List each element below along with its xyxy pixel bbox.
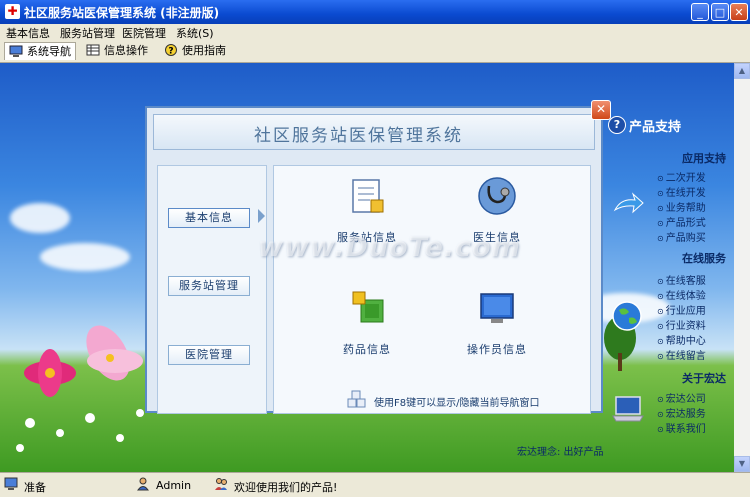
menu-system[interactable]: 系统(S) xyxy=(176,25,214,41)
tab-system-navigation[interactable]: 系统导航 xyxy=(4,42,76,60)
link-product-purchase[interactable]: 产品购买 xyxy=(657,229,706,244)
section-heading: 在线服务 xyxy=(682,252,726,265)
slogan-text: 宏达理念: 出好产品 xyxy=(517,447,604,458)
menu-basic-info[interactable]: 基本信息 xyxy=(6,25,50,41)
close-button[interactable]: ✕ xyxy=(730,3,748,21)
dialog-header: 社区服务站医保管理系统 xyxy=(153,114,595,150)
monitor-icon xyxy=(9,45,23,57)
laptop-icon xyxy=(612,396,644,422)
tab-user-guide[interactable]: ? 使用指南 xyxy=(160,42,232,60)
link-contact[interactable]: 联系我们 xyxy=(657,420,706,435)
menu-station-management[interactable]: 服务站管理 xyxy=(60,25,115,41)
scroll-down-button[interactable]: ▼ xyxy=(734,456,750,472)
tab-label: 使用指南 xyxy=(182,44,226,57)
link-secondary-dev[interactable]: 二次开发 xyxy=(657,169,706,184)
product-support-panel: ? 产品支持 应用支持 二次开发 在线开发 业务帮助 产品形式 产品购买 在线服… xyxy=(517,106,750,472)
link-business-help[interactable]: 业务帮助 xyxy=(657,199,706,214)
nav-basic-info-button[interactable]: 基本信息 xyxy=(168,208,250,228)
panel-title: 产品支持 xyxy=(629,120,682,135)
watermark-text: www.DuoTe.com xyxy=(258,232,521,263)
flowers-image xyxy=(16,325,144,452)
status-bar: 准备 Admin 欢迎使用我们的产品! xyxy=(0,472,750,497)
dialog-title: 社区服务站医保管理系统 xyxy=(254,126,463,146)
boxes-icon xyxy=(347,390,366,408)
maximize-button[interactable]: □ xyxy=(711,3,729,21)
selection-arrow-icon xyxy=(258,209,265,223)
minimize-button[interactable]: _ xyxy=(691,3,709,21)
toolbar: 系统导航 信息操作 ? 使用指南 xyxy=(0,40,750,63)
document-icon xyxy=(352,179,384,213)
menu-hospital-management[interactable]: 医院管理 xyxy=(122,25,166,41)
user-icon xyxy=(137,477,149,491)
item-drug-info[interactable]: 药品信息 xyxy=(312,286,422,357)
item-label: 药品信息 xyxy=(343,343,391,356)
link-service[interactable]: 宏达服务 xyxy=(657,405,706,420)
f8-hint: 使用F8键可以显示/隐藏当前导航窗口 xyxy=(347,390,540,409)
cubes-icon xyxy=(352,291,384,323)
link-online-dev[interactable]: 在线开发 xyxy=(657,184,706,199)
computer-icon xyxy=(4,477,18,490)
stethoscope-icon xyxy=(478,177,516,215)
nav-hospital-management-button[interactable]: 医院管理 xyxy=(168,345,250,365)
status-user: Admin xyxy=(156,479,192,492)
monitor-icon xyxy=(480,293,514,323)
svg-text:?: ? xyxy=(168,47,173,57)
help-icon: ? xyxy=(608,116,626,134)
arrow-icon xyxy=(613,192,644,214)
link-product-form[interactable]: 产品形式 xyxy=(657,214,706,229)
link-online-service[interactable]: 在线客服 xyxy=(657,272,706,287)
status-ready: 准备 xyxy=(24,481,46,494)
item-operator-info[interactable]: 操作员信息 xyxy=(442,286,552,357)
hint-text: 使用F8键可以显示/隐藏当前导航窗口 xyxy=(374,398,540,409)
menu-bar: 基本信息 服务站管理 医院管理 系统(S) xyxy=(0,24,750,40)
link-industry-apps[interactable]: 行业应用 xyxy=(657,302,706,317)
users-icon xyxy=(215,478,227,490)
nav-pane: 基本信息 服务站管理 医院管理 xyxy=(157,165,267,414)
dialog-close-button[interactable]: ✕ xyxy=(591,100,611,120)
section-heading: 关于宏达 xyxy=(682,372,726,385)
vertical-scrollbar[interactable]: ▲ ▼ xyxy=(734,63,750,472)
item-label: 操作员信息 xyxy=(467,343,527,356)
status-welcome: 欢迎使用我们的产品! xyxy=(234,481,338,494)
link-company[interactable]: 宏达公司 xyxy=(657,390,706,405)
section-heading: 应用支持 xyxy=(682,152,726,165)
title-bar: ✚ 社区服务站医保管理系统 (非注册版) _ □ ✕ xyxy=(0,0,750,24)
tab-info-operation[interactable]: 信息操作 xyxy=(82,42,154,60)
window-title: 社区服务站医保管理系统 (非注册版) xyxy=(24,6,220,20)
link-help-center[interactable]: 帮助中心 xyxy=(657,332,706,347)
help-icon: ? xyxy=(165,44,177,57)
tab-label: 系统导航 xyxy=(27,45,71,58)
globe-icon xyxy=(612,301,642,331)
nav-station-management-button[interactable]: 服务站管理 xyxy=(168,276,250,296)
link-online-message[interactable]: 在线留言 xyxy=(657,347,706,362)
link-online-experience[interactable]: 在线体验 xyxy=(657,287,706,302)
scroll-up-button[interactable]: ▲ xyxy=(734,63,750,79)
content-pane: 服务站信息 医生信息 药品信息 操作员信息 使用F8键可以显示/隐藏当前导航窗口 xyxy=(273,165,591,414)
link-industry-docs[interactable]: 行业资料 xyxy=(657,317,706,332)
tab-label: 信息操作 xyxy=(104,44,148,57)
table-icon xyxy=(86,44,100,56)
app-icon: ✚ xyxy=(5,4,20,19)
